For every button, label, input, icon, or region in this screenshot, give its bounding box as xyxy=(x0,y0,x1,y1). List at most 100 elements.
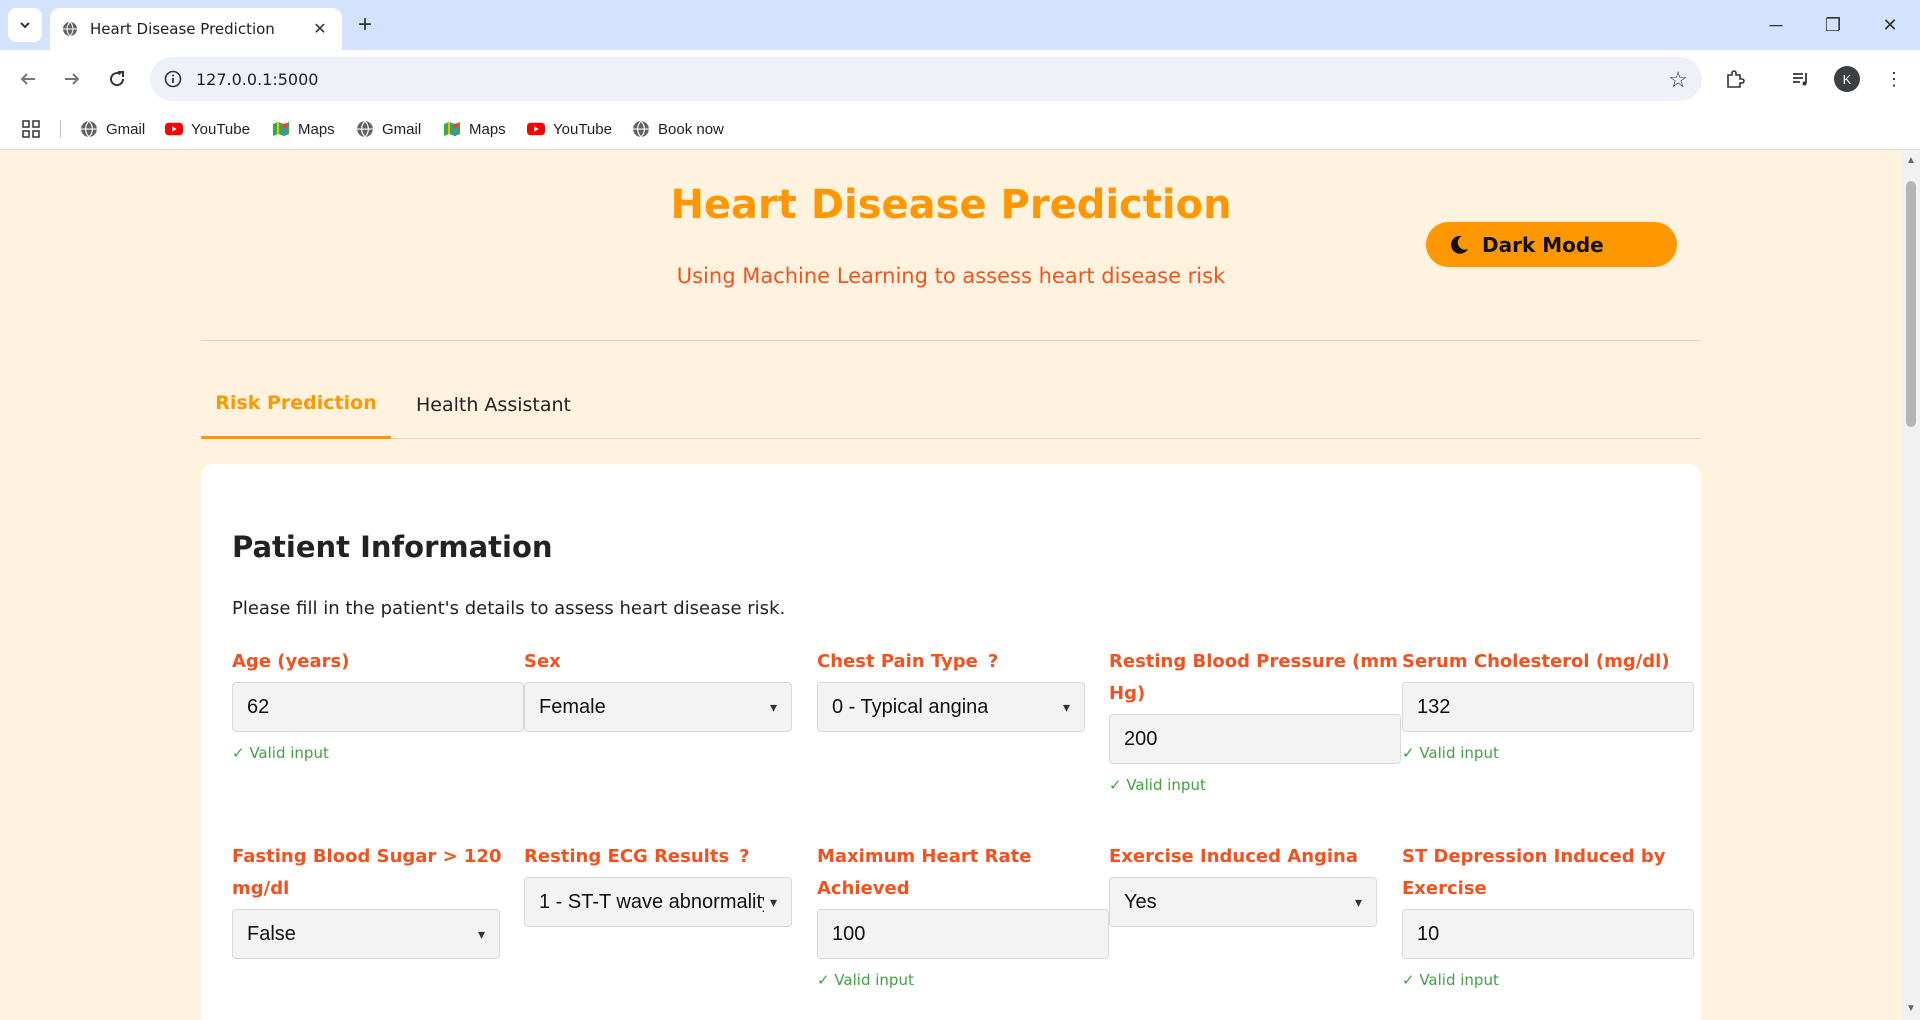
max-heart-rate-label: Maximum Heart Rate Achieved xyxy=(817,846,1032,899)
dark-mode-button[interactable]: Dark Mode xyxy=(1426,222,1677,267)
bookmark-item[interactable]: YouTube xyxy=(527,118,612,140)
chevron-down-icon: ▾ xyxy=(477,925,485,942)
age-label: Age (years) xyxy=(232,651,350,672)
star-icon[interactable]: ☆ xyxy=(1668,67,1688,93)
bookmark-item[interactable]: YouTube xyxy=(165,118,250,140)
bookmarks-divider xyxy=(60,120,61,138)
st-depression-label: ST Depression Induced by Exercise xyxy=(1402,846,1666,899)
bookmark-label: Gmail xyxy=(382,120,422,138)
restore-button[interactable]: ❐ xyxy=(1813,10,1853,40)
bookmark-item[interactable]: Maps xyxy=(443,118,506,140)
youtube-icon xyxy=(527,120,545,138)
globe-icon xyxy=(80,120,98,138)
bookmark-item[interactable]: Maps xyxy=(272,118,335,140)
chevron-down-icon: ▾ xyxy=(1354,893,1362,910)
tab-search-button[interactable] xyxy=(8,8,42,42)
close-icon[interactable]: ✕ xyxy=(310,19,330,39)
bookmark-label: Maps xyxy=(298,120,335,138)
chest-pain-label-row: Chest Pain Type? xyxy=(817,646,1109,678)
st-depression-field: ST Depression Induced by Exercise ✓ Vali… xyxy=(1402,841,1694,989)
window-close-button[interactable]: ✕ xyxy=(1870,10,1910,40)
age-field: Age (years) ✓ Valid input xyxy=(232,646,524,762)
tab-risk-prediction[interactable]: Risk Prediction xyxy=(201,370,391,439)
page-viewport: Heart Disease Prediction Using Machine L… xyxy=(0,151,1902,1020)
bookmark-label: Gmail xyxy=(106,120,146,138)
globe-icon xyxy=(63,21,77,37)
maps-icon xyxy=(443,120,461,138)
tab-title: Heart Disease Prediction xyxy=(90,20,275,38)
age-valid-message: ✓ Valid input xyxy=(232,744,329,762)
st-depression-input[interactable] xyxy=(1402,909,1694,959)
page-scrollbar[interactable]: ▲ ▼ xyxy=(1902,151,1920,1020)
fasting-sugar-value: False xyxy=(247,922,296,945)
bookmark-item[interactable]: Gmail xyxy=(356,118,421,140)
address-bar[interactable]: 127.0.0.1:5000 ☆ xyxy=(150,57,1702,101)
st-depression-valid-message: ✓ Valid input xyxy=(1402,971,1499,989)
bookmark-label: YouTube xyxy=(553,120,612,138)
extensions-icon[interactable] xyxy=(1721,65,1749,93)
scroll-down-icon[interactable]: ▼ xyxy=(1906,1003,1916,1014)
max-heart-rate-valid-message: ✓ Valid input xyxy=(817,971,914,989)
forward-button[interactable] xyxy=(56,63,88,95)
bookmark-label: YouTube xyxy=(191,120,250,138)
youtube-icon xyxy=(165,120,183,138)
chevron-down-icon: ▾ xyxy=(1062,698,1070,715)
media-control-icon[interactable] xyxy=(1787,65,1815,93)
menu-icon[interactable]: ⋮ xyxy=(1880,65,1908,93)
fasting-sugar-label: Fasting Blood Sugar > 120 mg/dl xyxy=(232,846,502,899)
site-info-icon[interactable] xyxy=(164,70,182,88)
help-icon[interactable]: ? xyxy=(739,846,749,867)
cholesterol-field: Serum Cholesterol (mg/dl) ✓ Valid input xyxy=(1402,646,1694,762)
max-heart-rate-input[interactable] xyxy=(817,909,1109,959)
browser-tab-strip: Heart Disease Prediction ✕ + ─ ❐ ✕ xyxy=(0,0,1920,50)
new-tab-button[interactable]: + xyxy=(352,11,378,38)
exercise-angina-field: Exercise Induced Angina Yes ▾ xyxy=(1109,841,1401,927)
chevron-down-icon: ▾ xyxy=(769,698,777,715)
resting-bp-input[interactable] xyxy=(1109,714,1401,764)
browser-tab[interactable]: Heart Disease Prediction ✕ xyxy=(50,8,342,50)
max-heart-rate-field: Maximum Heart Rate Achieved ✓ Valid inpu… xyxy=(817,841,1109,989)
fasting-sugar-select[interactable]: False ▾ xyxy=(232,909,500,959)
arrow-right-icon xyxy=(65,73,80,85)
chevron-down-icon xyxy=(20,22,30,29)
back-button[interactable] xyxy=(12,63,44,95)
dark-mode-label: Dark Mode xyxy=(1482,232,1604,257)
help-icon[interactable]: ? xyxy=(988,651,998,672)
scroll-up-icon[interactable]: ▲ xyxy=(1906,155,1916,166)
reload-button[interactable] xyxy=(101,63,133,95)
cholesterol-label: Serum Cholesterol (mg/dl) xyxy=(1402,651,1670,672)
bookmark-item[interactable]: Book now xyxy=(632,118,724,140)
main-tabs: Risk Prediction Health Assistant xyxy=(201,370,1701,439)
fasting-sugar-field: Fasting Blood Sugar > 120 mg/dl False ▾ xyxy=(232,841,524,959)
chest-pain-value: 0 - Typical angina xyxy=(832,695,989,718)
cholesterol-input[interactable] xyxy=(1402,682,1694,732)
resting-ecg-label-row: Resting ECG Results? xyxy=(524,841,816,873)
bookmark-label: Book now xyxy=(658,120,724,138)
maps-icon xyxy=(272,120,290,138)
globe-icon xyxy=(356,120,374,138)
age-input[interactable] xyxy=(232,682,524,732)
chest-pain-select[interactable]: 0 - Typical angina ▾ xyxy=(817,682,1085,732)
exercise-angina-label: Exercise Induced Angina xyxy=(1109,846,1359,867)
tab-health-assistant[interactable]: Health Assistant xyxy=(416,370,571,439)
minimize-button[interactable]: ─ xyxy=(1756,10,1796,40)
globe-icon xyxy=(632,120,650,138)
scrollbar-thumb[interactable] xyxy=(1906,181,1916,427)
exercise-angina-select[interactable]: Yes ▾ xyxy=(1109,877,1377,927)
form-title: Patient Information xyxy=(232,530,553,564)
reload-icon xyxy=(110,71,125,87)
browser-toolbar: 127.0.0.1:5000 ☆ K ⋮ xyxy=(0,50,1920,108)
resting-ecg-select[interactable]: 1 - ST-T wave abnormality ▾ xyxy=(524,877,792,927)
resting-ecg-field: Resting ECG Results? 1 - ST-T wave abnor… xyxy=(524,841,816,927)
bookmarks-bar: Gmail YouTube Maps Gmail Maps YouTube Bo… xyxy=(0,108,1920,150)
bookmark-item[interactable]: Gmail xyxy=(80,118,145,140)
resting-ecg-label: Resting ECG Results xyxy=(524,846,730,867)
sex-field: Sex Female ▾ xyxy=(524,646,816,732)
sex-select[interactable]: Female ▾ xyxy=(524,682,792,732)
chest-pain-label: Chest Pain Type xyxy=(817,651,978,672)
resting-bp-field: Resting Blood Pressure (mm Hg) ✓ Valid i… xyxy=(1109,646,1401,794)
apps-icon[interactable] xyxy=(22,118,40,140)
sex-value: Female xyxy=(539,695,606,718)
cholesterol-valid-message: ✓ Valid input xyxy=(1402,744,1499,762)
avatar[interactable]: K xyxy=(1834,66,1860,92)
